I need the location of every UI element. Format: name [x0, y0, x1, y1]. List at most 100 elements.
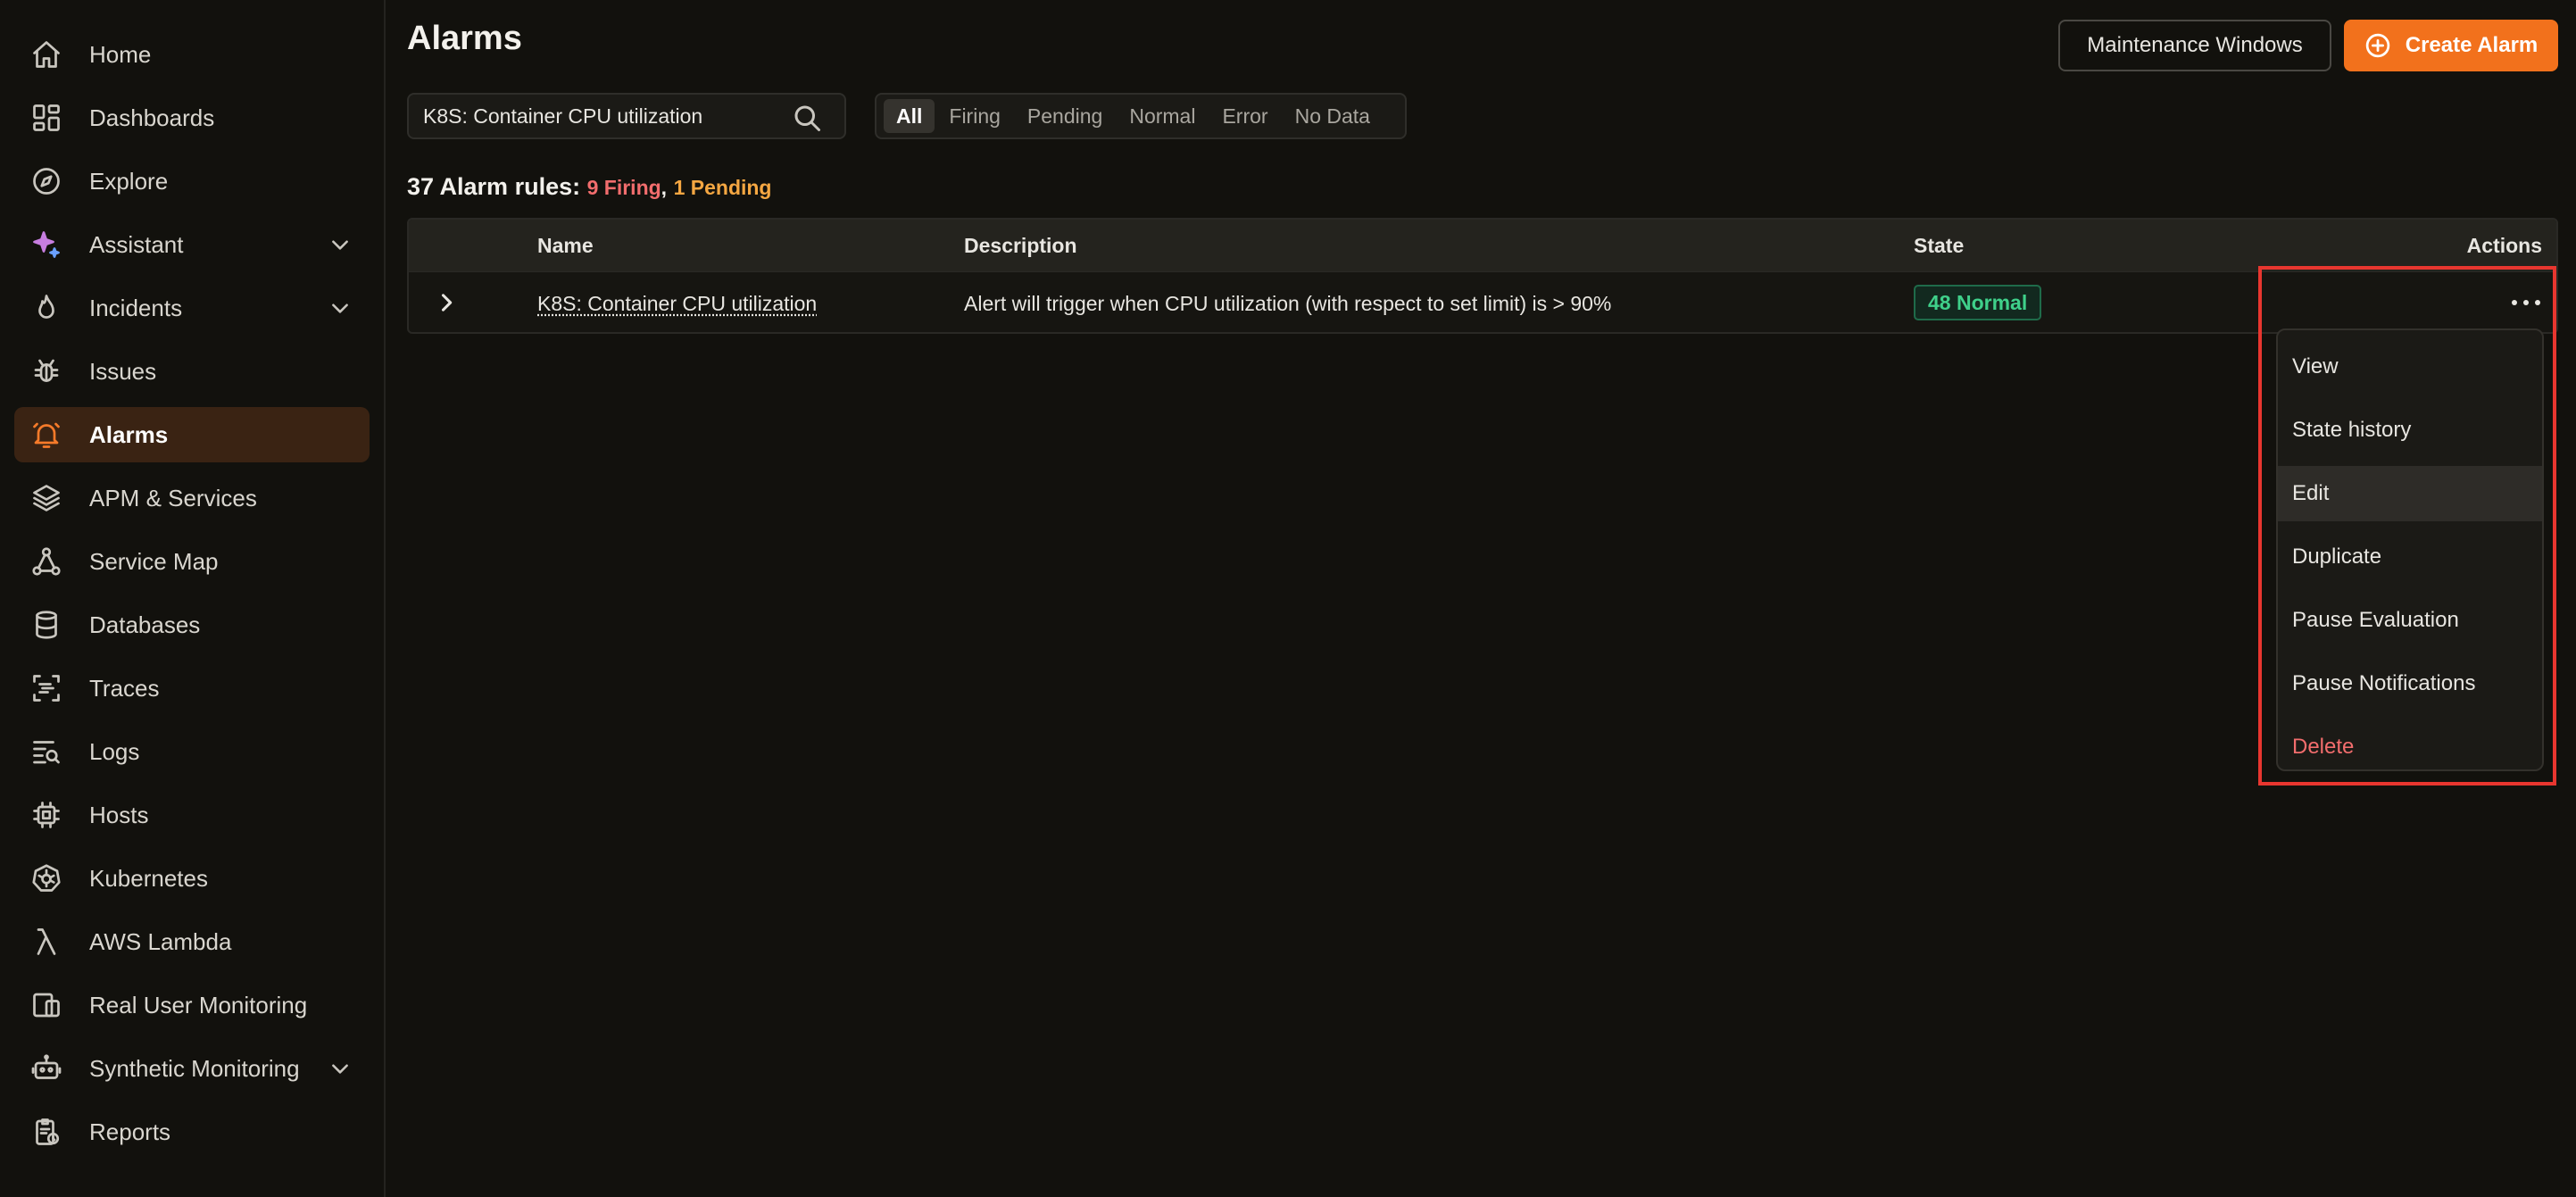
- table-row: K8S: Container CPU utilization Alert wil…: [409, 271, 2556, 332]
- sidebar-item-apm-services[interactable]: APM & Services: [14, 470, 370, 526]
- state-filter-tabs: All Firing Pending Normal Error No Data: [875, 93, 1407, 139]
- sidebar-item-label: Service Map: [89, 547, 219, 575]
- sidebar-item-incidents[interactable]: Incidents: [14, 280, 370, 336]
- page-title: Alarms: [407, 20, 522, 57]
- sidebar-item-home[interactable]: Home: [14, 27, 370, 82]
- sidebar-item-label: Incidents: [89, 294, 183, 321]
- pending-count: 1 Pending: [673, 176, 772, 199]
- sidebar-item-label: Traces: [89, 674, 160, 702]
- menu-item-state-history[interactable]: State history: [2278, 403, 2542, 458]
- more-actions-icon[interactable]: [2512, 292, 2540, 313]
- filter-tab-normal[interactable]: Normal: [1117, 99, 1208, 133]
- logs-icon: [29, 734, 64, 769]
- network-icon: [29, 544, 64, 579]
- reports-icon: [29, 1114, 64, 1150]
- column-header-name: Name: [537, 234, 594, 257]
- sidebar-item-label: Real User Monitoring: [89, 991, 308, 1018]
- alarm-description: Alert will trigger when CPU utilization …: [964, 292, 1612, 315]
- create-alarm-button[interactable]: Create Alarm: [2344, 20, 2558, 71]
- sidebar-item-label: APM & Services: [89, 484, 257, 511]
- layers-icon: [29, 480, 64, 516]
- column-header-actions: Actions: [2466, 234, 2542, 257]
- traces-icon: [29, 670, 64, 706]
- chevron-down-icon[interactable]: [328, 1057, 352, 1080]
- create-alarm-label: Create Alarm: [2405, 33, 2539, 57]
- compass-icon: [29, 163, 64, 199]
- alarm-summary: 37 Alarm rules: 9 Firing, 1 Pending: [407, 173, 771, 201]
- sidebar-item-explore[interactable]: Explore: [14, 154, 370, 209]
- sidebar-item-label: Dashboards: [89, 104, 215, 131]
- maintenance-windows-label: Maintenance Windows: [2087, 33, 2303, 57]
- chevron-down-icon[interactable]: [328, 233, 352, 256]
- sidebar-item-dashboards[interactable]: Dashboards: [14, 90, 370, 145]
- sidebar-item-reports[interactable]: Reports: [14, 1104, 370, 1160]
- filter-tab-pending[interactable]: Pending: [1015, 99, 1115, 133]
- sidebar-item-label: Issues: [89, 357, 157, 385]
- sidebar-item-traces[interactable]: Traces: [14, 661, 370, 716]
- sparkle-icon: [29, 227, 64, 262]
- flame-icon: [29, 290, 64, 326]
- sidebar-item-label: Reports: [89, 1118, 171, 1145]
- sidebar-item-label: Logs: [89, 737, 140, 765]
- sidebar-item-synthetic-monitoring[interactable]: Synthetic Monitoring: [14, 1041, 370, 1096]
- bug-icon: [29, 353, 64, 389]
- filter-tab-error[interactable]: Error: [1209, 99, 1280, 133]
- table-header: Name Description State Actions: [409, 220, 2556, 271]
- filter-tab-firing[interactable]: Firing: [936, 99, 1013, 133]
- menu-item-pause-notifications[interactable]: Pause Notifications: [2278, 656, 2542, 711]
- menu-item-duplicate[interactable]: Duplicate: [2278, 529, 2542, 585]
- sidebar-item-aws-lambda[interactable]: AWS Lambda: [14, 914, 370, 969]
- sidebar-item-real-user-monitoring[interactable]: Real User Monitoring: [14, 977, 370, 1033]
- menu-item-pause-evaluation[interactable]: Pause Evaluation: [2278, 593, 2542, 648]
- sidebar-item-label: Home: [89, 40, 152, 68]
- sidebar-item-label: Alarms: [89, 420, 169, 448]
- sidebar-item-label: Explore: [89, 167, 169, 195]
- column-header-description: Description: [964, 234, 1077, 257]
- chevron-right-icon[interactable]: [434, 290, 459, 315]
- sidebar-item-label: Synthetic Monitoring: [89, 1054, 300, 1082]
- plus-circle-icon: [2364, 32, 2391, 59]
- firing-count: 9 Firing: [586, 176, 661, 199]
- maintenance-windows-button[interactable]: Maintenance Windows: [2058, 20, 2331, 71]
- lambda-icon: [29, 924, 64, 960]
- sidebar-item-hosts[interactable]: Hosts: [14, 787, 370, 843]
- status-badge: 48 Normal: [1914, 285, 2042, 320]
- search-icon[interactable]: [791, 102, 823, 134]
- sidebar-item-issues[interactable]: Issues: [14, 344, 370, 399]
- alarm-name-link[interactable]: K8S: Container CPU utilization: [537, 292, 817, 316]
- summary-separator: ,: [661, 176, 668, 199]
- actions-menu: View State history Edit Duplicate Pause …: [2276, 328, 2544, 771]
- sidebar-item-assistant[interactable]: Assistant: [14, 217, 370, 272]
- chip-icon: [29, 797, 64, 833]
- search-input[interactable]: [423, 104, 780, 129]
- devices-icon: [29, 987, 64, 1023]
- sidebar-item-label: Assistant: [89, 230, 184, 258]
- sidebar-item-databases[interactable]: Databases: [14, 597, 370, 653]
- sidebar: Home Dashboards Explore Assistant Incide…: [0, 0, 386, 1197]
- kubernetes-icon: [29, 860, 64, 896]
- menu-item-edit[interactable]: Edit: [2278, 466, 2542, 521]
- alarms-table: Name Description State Actions K8S: Cont…: [407, 218, 2558, 334]
- sidebar-item-kubernetes[interactable]: Kubernetes: [14, 851, 370, 906]
- filter-tab-no-data[interactable]: No Data: [1283, 99, 1383, 133]
- dashboards-icon: [29, 100, 64, 136]
- sidebar-item-logs[interactable]: Logs: [14, 724, 370, 779]
- sidebar-item-alarms[interactable]: Alarms: [14, 407, 370, 462]
- sidebar-item-service-map[interactable]: Service Map: [14, 534, 370, 589]
- robot-icon: [29, 1051, 64, 1086]
- chevron-down-icon[interactable]: [328, 296, 352, 320]
- sidebar-item-label: Kubernetes: [89, 864, 208, 892]
- search-box: [407, 93, 846, 139]
- database-icon: [29, 607, 64, 643]
- menu-item-view[interactable]: View: [2278, 339, 2542, 395]
- sidebar-item-label: Hosts: [89, 801, 149, 828]
- bell-icon: [29, 417, 64, 453]
- app-root: Home Dashboards Explore Assistant Incide…: [0, 0, 2576, 1197]
- menu-item-delete[interactable]: Delete: [2278, 719, 2542, 775]
- sidebar-item-label: AWS Lambda: [89, 927, 232, 955]
- home-icon: [29, 37, 64, 72]
- alarm-count: 37 Alarm rules:: [407, 173, 581, 200]
- sidebar-item-label: Databases: [89, 611, 201, 638]
- filter-tab-all[interactable]: All: [884, 99, 935, 133]
- main-content: Alarms Maintenance Windows Create Alarm …: [387, 0, 2576, 1197]
